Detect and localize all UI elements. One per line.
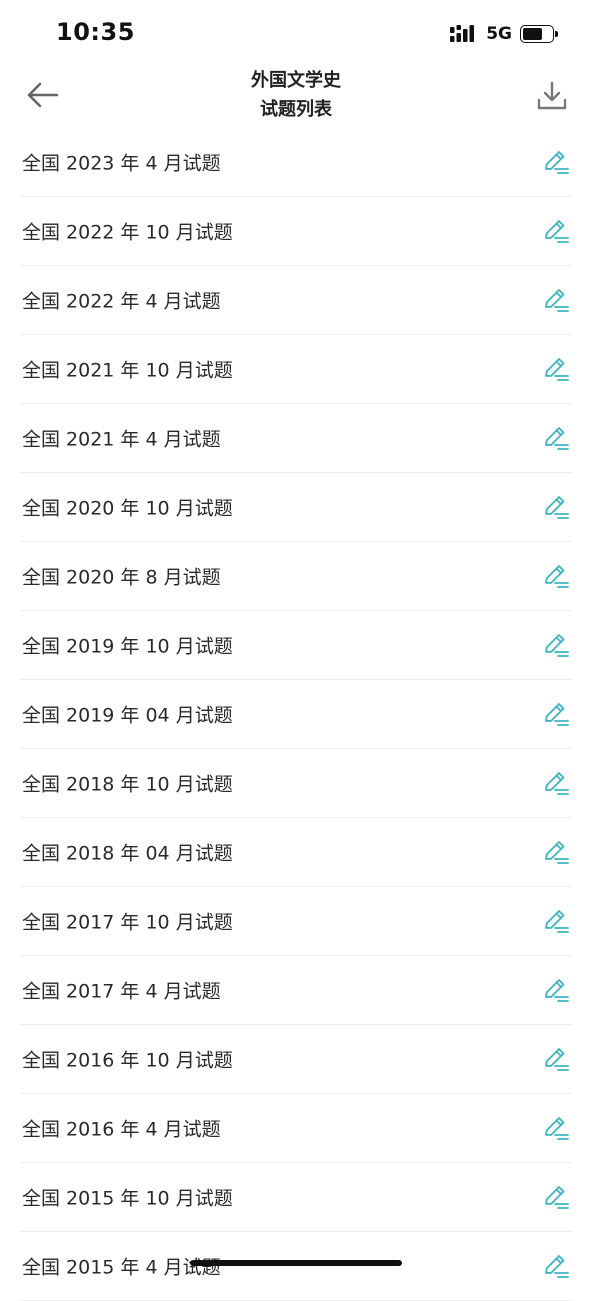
- list-item[interactable]: 全国 2021 年 10 月试题: [20, 335, 572, 404]
- signal-icon: [450, 25, 475, 42]
- status-time: 10:35: [56, 18, 135, 46]
- list-item-label: 全国 2022 年 4 月试题: [22, 290, 221, 313]
- list-item-label: 全国 2016 年 10 月试题: [22, 1049, 233, 1072]
- list-item-label: 全国 2015 年 10 月试题: [22, 1187, 233, 1210]
- edit-pencil-icon[interactable]: [542, 838, 570, 866]
- list-item[interactable]: 全国 2020 年 10 月试题: [20, 473, 572, 542]
- edit-pencil-icon[interactable]: [542, 217, 570, 245]
- download-icon: [537, 81, 567, 110]
- edit-pencil-icon[interactable]: [542, 700, 570, 728]
- list-item-label: 全国 2021 年 4 月试题: [22, 428, 221, 451]
- download-button[interactable]: [532, 76, 572, 116]
- list-item-label: 全国 2018 年 10 月试题: [22, 773, 233, 796]
- list-item[interactable]: 全国 2019 年 04 月试题: [20, 680, 572, 749]
- edit-pencil-icon[interactable]: [542, 907, 570, 935]
- edit-pencil-icon[interactable]: [542, 1114, 570, 1142]
- list-item-label: 全国 2019 年 10 月试题: [22, 635, 233, 658]
- edit-pencil-icon[interactable]: [542, 976, 570, 1004]
- network-label: 5G: [486, 24, 512, 44]
- battery-icon: [520, 25, 558, 43]
- list-item-label: 全国 2020 年 8 月试题: [22, 566, 221, 589]
- edit-pencil-icon[interactable]: [542, 148, 570, 176]
- list-item[interactable]: 全国 2022 年 10 月试题: [20, 197, 572, 266]
- list-item[interactable]: 全国 2019 年 10 月试题: [20, 611, 572, 680]
- list-item-label: 全国 2015 年 4 月试题: [22, 1256, 221, 1279]
- list-item-label: 全国 2023 年 4 月试题: [22, 152, 221, 175]
- list-item-label: 全国 2017 年 10 月试题: [22, 911, 233, 934]
- list-item-label: 全国 2019 年 04 月试题: [22, 704, 233, 727]
- edit-pencil-icon[interactable]: [542, 286, 570, 314]
- list-item[interactable]: 全国 2018 年 10 月试题: [20, 749, 572, 818]
- exam-list: 全国 2023 年 4 月试题 全国 2022 年 10 月试题 全国 2022 年…: [0, 128, 592, 1301]
- edit-pencil-icon[interactable]: [542, 1252, 570, 1280]
- list-item-label: 全国 2017 年 4 月试题: [22, 980, 221, 1003]
- list-item[interactable]: 全国 2017 年 10 月试题: [20, 887, 572, 956]
- list-item[interactable]: 全国 2015 年 10 月试题: [20, 1163, 572, 1232]
- list-item-label: 全国 2016 年 4 月试题: [22, 1118, 221, 1141]
- list-item-label: 全国 2021 年 10 月试题: [22, 359, 233, 382]
- list-item[interactable]: 全国 2020 年 8 月试题: [20, 542, 572, 611]
- list-item[interactable]: 全国 2018 年 04 月试题: [20, 818, 572, 887]
- edit-pencil-icon[interactable]: [542, 1183, 570, 1211]
- list-item[interactable]: 全国 2016 年 4 月试题: [20, 1094, 572, 1163]
- edit-pencil-icon[interactable]: [542, 1045, 570, 1073]
- list-item[interactable]: 全国 2017 年 4 月试题: [20, 956, 572, 1025]
- edit-pencil-icon[interactable]: [542, 493, 570, 521]
- edit-pencil-icon[interactable]: [542, 424, 570, 452]
- back-button[interactable]: [22, 76, 62, 114]
- status-bar: 10:35 5G: [0, 0, 592, 62]
- edit-pencil-icon[interactable]: [542, 769, 570, 797]
- list-item[interactable]: 全国 2016 年 10 月试题: [20, 1025, 572, 1094]
- arrow-left-icon: [27, 82, 59, 108]
- edit-pencil-icon[interactable]: [542, 355, 570, 383]
- page-title: 外国文学史 试题列表: [150, 66, 442, 124]
- page-title-line2: 试题列表: [260, 99, 332, 120]
- list-item-label: 全国 2020 年 10 月试题: [22, 497, 233, 520]
- home-indicator[interactable]: [190, 1260, 402, 1266]
- list-item-label: 全国 2022 年 10 月试题: [22, 221, 233, 244]
- list-item[interactable]: 全国 2021 年 4 月试题: [20, 404, 572, 473]
- status-indicators: 5G: [450, 22, 558, 46]
- edit-pencil-icon[interactable]: [542, 562, 570, 590]
- edit-pencil-icon[interactable]: [542, 631, 570, 659]
- list-item[interactable]: 全国 2015 年 4 月试题: [20, 1232, 572, 1301]
- list-item-label: 全国 2018 年 04 月试题: [22, 842, 233, 865]
- list-item[interactable]: 全国 2023 年 4 月试题: [20, 128, 572, 197]
- list-item[interactable]: 全国 2022 年 4 月试题: [20, 266, 572, 335]
- page-title-line1: 外国文学史: [251, 70, 341, 91]
- nav-header: 外国文学史 试题列表: [0, 62, 592, 128]
